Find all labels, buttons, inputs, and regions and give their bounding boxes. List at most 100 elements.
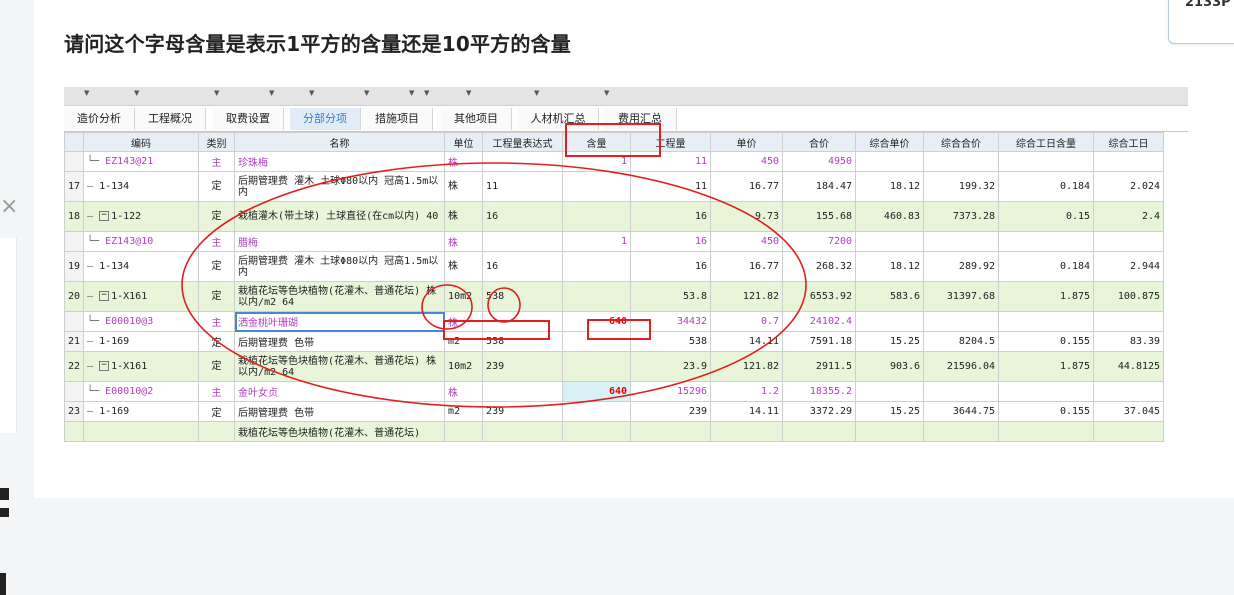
content-cell[interactable] [562,251,632,282]
unit-cell[interactable]: m2 [444,331,484,352]
composite-total-cell[interactable] [923,151,1000,172]
code-cell[interactable]: — 1-169 [83,331,200,352]
category-cell[interactable]: 主 [198,311,236,332]
workday-content-cell[interactable]: 0.155 [998,401,1095,422]
code-cell[interactable]: — −1-122 [83,201,200,232]
col-header-code[interactable]: 编码 [83,132,200,152]
content-cell[interactable]: 640 [562,381,632,402]
composite-total-cell[interactable] [923,381,1000,402]
workday-content-cell[interactable]: 1.875 [998,281,1095,312]
unit-cell[interactable]: 10m2 [444,281,484,312]
unit-price-cell[interactable]: 450 [710,151,784,172]
expression-cell[interactable]: 239 [482,351,564,382]
quantity-cell[interactable] [630,421,712,442]
col-header-unit[interactable]: 单位 [444,132,484,152]
idx-cell[interactable] [64,421,85,442]
expression-cell[interactable] [482,151,564,172]
total-cell[interactable]: 2911.5 [782,351,857,382]
composite-total-cell[interactable]: 3644.75 [923,401,1000,422]
content-cell[interactable] [562,351,632,382]
name-cell[interactable]: 后期管理费 色带 [234,331,446,352]
composite-price-cell[interactable] [855,421,925,442]
content-cell[interactable] [562,331,632,352]
unit-price-cell[interactable]: 450 [710,231,784,252]
col-header-unit-price[interactable]: 单价 [710,132,784,152]
table-row[interactable]: └─ E00010@2 主金叶女贞株 640 15296 1.2 18355.2 [64,381,1165,402]
workday-content-cell[interactable]: 1.875 [998,351,1095,382]
total-cell[interactable]: 7200 [782,231,857,252]
expression-cell[interactable] [482,311,564,332]
table-row[interactable]: 20— −1-X161 定栽植花坛等色块植物(花灌木、普通花坛) 株以内/m2 6… [64,281,1165,312]
total-cell[interactable]: 4950 [782,151,857,172]
content-cell[interactable] [562,201,632,232]
tab-labor-material-summary[interactable]: 人材机汇总 [518,108,599,130]
unit-cell[interactable]: 株 [444,251,484,282]
name-cell[interactable]: 金叶女贞 [234,381,446,402]
chevron-down-icon[interactable]: ▼ [466,89,471,97]
total-cell[interactable]: 24102.4 [782,311,857,332]
code-cell[interactable]: └─ E00010@2 [83,381,200,402]
idx-cell[interactable]: 19 [64,251,85,282]
col-header-content[interactable]: 含量 [562,132,632,152]
total-cell[interactable]: 268.32 [782,251,857,282]
content-cell[interactable]: 1 [562,151,632,172]
idx-cell[interactable] [64,151,85,172]
chevron-down-icon[interactable]: ▼ [364,89,369,97]
category-cell[interactable]: 定 [198,201,236,232]
expression-cell[interactable]: 538 [482,281,564,312]
content-cell[interactable] [562,281,632,312]
expression-cell[interactable]: 16 [482,201,564,232]
category-cell[interactable]: 定 [198,331,236,352]
workday-content-cell[interactable] [998,381,1095,402]
composite-total-cell[interactable] [923,231,1000,252]
composite-total-cell[interactable]: 199.32 [923,171,1000,202]
workdays-cell[interactable] [1093,231,1165,252]
table-row[interactable]: └─ E00010@3 主洒金桃叶珊瑚株 640 34432 0.7 24102.4 [64,311,1165,332]
name-cell[interactable]: 后期管理费 灌木 土球Φ80以内 冠高1.5m以内 [234,251,446,282]
collapse-toggle-icon[interactable]: − [99,291,110,301]
content-cell[interactable]: 1 [562,231,632,252]
workdays-cell[interactable]: 37.045 [1093,401,1165,422]
code-cell[interactable]: — 1-134 [83,171,200,202]
unit-cell[interactable]: 株 [444,151,484,172]
expression-cell[interactable] [482,381,564,402]
composite-total-cell[interactable] [923,311,1000,332]
composite-total-cell[interactable]: 7373.28 [923,201,1000,232]
idx-cell[interactable] [64,231,85,252]
composite-total-cell[interactable]: 21596.04 [923,351,1000,382]
table-row[interactable]: 23— 1-169 定后期管理费 色带 m2 239 239 14.11 3372.29 15… [64,401,1165,422]
quantity-cell[interactable]: 16 [630,201,712,232]
category-cell[interactable]: 定 [198,171,236,202]
table-row[interactable]: 21— 1-169 定后期管理费 色带 m2 538 538 14.11 7591.18 15… [64,331,1165,352]
col-header-workday-content[interactable]: 综合工日含量 [998,132,1095,152]
unit-price-cell[interactable]: 9.73 [710,201,784,232]
unit-cell[interactable]: 10m2 [444,351,484,382]
unit-price-cell[interactable]: 121.82 [710,281,784,312]
idx-cell[interactable]: 18 [64,201,85,232]
table-row[interactable]: 栽植花坛等色块植物(花灌木、普通花坛) [64,421,1165,442]
quantity-cell[interactable]: 11 [630,151,712,172]
total-cell[interactable]: 3372.29 [782,401,857,422]
chevron-down-icon[interactable]: ▼ [269,89,274,97]
expression-cell[interactable] [482,231,564,252]
workdays-cell[interactable] [1093,151,1165,172]
composite-total-cell[interactable]: 31397.68 [923,281,1000,312]
quantity-cell[interactable]: 239 [630,401,712,422]
total-cell[interactable] [782,421,857,442]
name-cell[interactable]: 珍珠梅 [234,151,446,172]
col-header-workdays[interactable]: 综合工日 [1093,132,1165,152]
col-header-name[interactable]: 名称 [234,132,446,152]
composite-total-cell[interactable]: 8204.5 [923,331,1000,352]
unit-cell[interactable]: 株 [444,381,484,402]
tab-measures[interactable]: 措施项目 [362,108,433,130]
table-row[interactable]: 22— −1-X161 定栽植花坛等色块植物(花灌木、普通花坛) 株以内/m2 6… [64,351,1165,382]
code-cell[interactable]: └─ E00010@3 [83,311,200,332]
composite-price-cell[interactable]: 460.83 [855,201,925,232]
chevron-down-icon[interactable]: ▼ [604,89,609,97]
composite-price-cell[interactable]: 18.12 [855,251,925,282]
unit-cell[interactable] [444,421,484,442]
composite-price-cell[interactable]: 15.25 [855,331,925,352]
quantity-cell[interactable]: 34432 [630,311,712,332]
category-cell[interactable]: 主 [198,231,236,252]
total-cell[interactable]: 184.47 [782,171,857,202]
